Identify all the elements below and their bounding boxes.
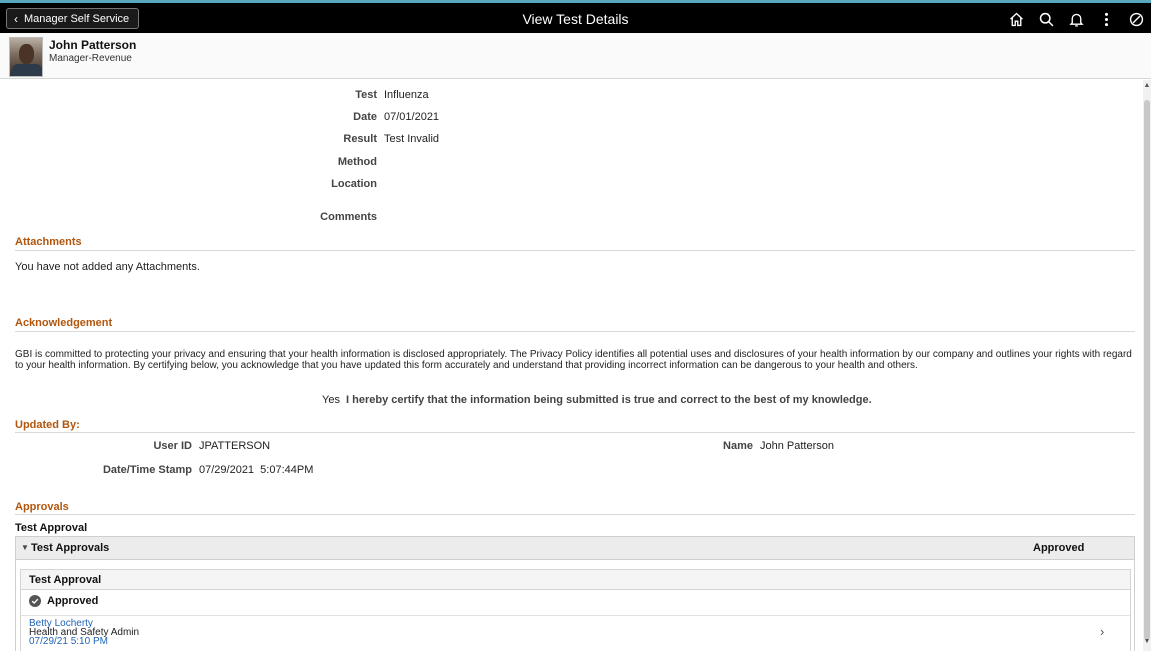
userid-value: JPATTERSON <box>199 440 271 452</box>
approval-detail-header: Test Approval <box>21 570 1130 590</box>
approvals-panel: ▼ Test Approvals Approved Test Approval … <box>15 536 1135 651</box>
employee-name: John Patterson <box>49 38 137 52</box>
approver-datetime: 07/29/21 5:10 PM <box>29 636 108 647</box>
page-title: View Test Details <box>522 11 629 27</box>
check-circle-icon <box>29 595 41 607</box>
approval-detail-box: Test Approval Approved Betty Locherty He… <box>20 569 1131 651</box>
updater-name-value: John Patterson <box>760 440 834 452</box>
test-label: Test <box>355 89 377 101</box>
userid-label: User ID <box>153 440 192 452</box>
datetime-label: Date/Time Stamp <box>102 464 192 476</box>
result-label: Result <box>343 133 377 145</box>
approvals-header-title: Test Approvals <box>31 542 110 554</box>
approval-status-label: Approved <box>47 595 99 607</box>
method-label: Method <box>337 156 377 168</box>
header-actions <box>1001 7 1151 31</box>
scroll-up-icon[interactable]: ▲ <box>1143 82 1151 89</box>
attachments-title: Attachments <box>15 236 82 248</box>
bell-icon[interactable] <box>1061 7 1091 31</box>
location-label: Location <box>331 178 377 190</box>
date-label: Date <box>353 111 377 123</box>
approvals-title: Approvals <box>15 501 69 513</box>
certify-text: I hereby certify that the information be… <box>346 394 872 406</box>
test-value: Influenza <box>384 89 429 101</box>
divider <box>15 432 1135 433</box>
approval-detail-title: Test Approval <box>29 574 102 586</box>
employee-header: John Patterson Manager-Revenue <box>0 33 1151 79</box>
approvals-collapse-header[interactable]: ▼ Test Approvals Approved <box>16 537 1134 560</box>
approver-row[interactable]: Betty Locherty Health and Safety Admin 0… <box>21 616 1130 650</box>
scrollbar-thumb[interactable] <box>1144 100 1150 640</box>
triangle-down-icon: ▼ <box>21 543 29 552</box>
attachments-empty-text: You have not added any Attachments. <box>15 261 200 273</box>
approvals-header-status: Approved <box>1033 542 1085 554</box>
divider <box>15 514 1135 515</box>
home-icon[interactable] <box>1001 7 1031 31</box>
acknowledgement-text: GBI is committed to protecting your priv… <box>15 349 1132 371</box>
scroll-down-icon[interactable]: ▼ <box>1143 638 1151 645</box>
updater-name-label: Name <box>723 440 753 452</box>
result-value: Test Invalid <box>384 133 440 145</box>
chevron-right-icon[interactable]: › <box>1100 624 1104 639</box>
updated-by-title: Updated By: <box>15 419 80 431</box>
employee-job: Manager-Revenue <box>49 53 132 64</box>
acknowledgement-title: Acknowledgement <box>15 317 113 329</box>
comments-label: Comments <box>320 211 377 223</box>
nav-icon[interactable] <box>1121 7 1151 31</box>
vertical-scrollbar[interactable]: ▲ ▼ <box>1143 80 1151 651</box>
divider <box>15 250 1135 251</box>
approval-group-title: Test Approval <box>15 522 88 534</box>
date-value: 07/01/2021 <box>384 111 440 123</box>
datetime-value: 07/29/2021 5:07:44PM <box>199 464 314 476</box>
top-banner: ‹ Manager Self Service View Test Details <box>0 0 1151 33</box>
employee-photo <box>9 37 43 77</box>
divider <box>15 331 1135 332</box>
more-icon[interactable] <box>1091 7 1121 31</box>
approval-status: Approved <box>29 595 98 607</box>
search-icon[interactable] <box>1031 7 1061 31</box>
certify-value: Yes <box>322 394 340 406</box>
main-content: Test Influenza Date 07/01/2021 Result Te… <box>0 80 1143 651</box>
